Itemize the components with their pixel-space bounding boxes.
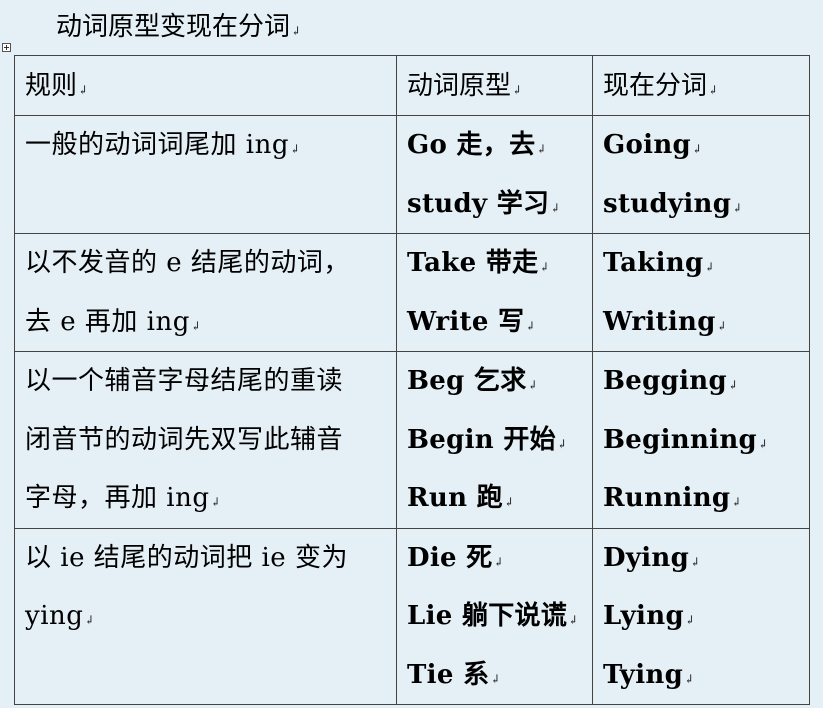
rule-cell[interactable]: 一般的动词词尾加 ing↲ [14,115,397,234]
paragraph-mark-icon: ↲ [684,613,695,627]
paragraph-mark-icon: ↲ [210,495,221,509]
cell-end-mark-icon: ↲ [512,83,523,97]
present-participle-cell[interactable]: Taking↲ Writing↲ [592,233,810,352]
paragraph-mark-icon: ↲ [556,436,567,451]
rule-line: 一般的动词词尾加 ing [25,130,289,160]
present-participle-line: Writing [603,306,716,337]
rule-line: 以不发音的 e 结尾的动词， [25,248,350,278]
table-row: 一般的动词词尾加 ing↲ Go 走，去↲ study 学习↲ Going↲ study… [14,115,810,234]
present-participle-line: Begging [603,366,727,396]
base-form-line: Take 带走 [407,248,539,278]
base-form-cell[interactable]: Die 死↲ Lie 躺下说谎↲ Tie 系↲ [396,527,593,705]
paragraph-mark-icon: ↲ [727,378,738,392]
present-participle-line: Going [603,130,692,160]
present-participle-cell[interactable]: Begging↲ Beginning↲ Running↲ [592,351,810,529]
header-cell-base-form[interactable]: 动词原型↲ [396,55,593,116]
paragraph-mark-icon: ↲ [550,200,561,215]
paragraph-mark-icon: ↲ [539,260,550,274]
paragraph-mark-icon: ↲ [731,495,742,509]
header-cell-present-participle[interactable]: 现在分词↲ [592,55,810,116]
base-form-line: Run 跑 [407,483,503,513]
rule-cell[interactable]: 以 ie 结尾的动词把 ie 变为 ying↲ [14,527,397,705]
present-participle-cell[interactable]: Dying↲ Lying↲ Tying↲ [592,527,810,705]
paragraph-mark-icon: ↲ [289,142,301,156]
paragraph-mark-icon: ↲ [536,142,547,156]
paragraph-mark-icon: ↲ [684,671,695,686]
base-form-cell[interactable]: Beg 乞求↲ Begin 开始↲ Run 跑↲ [396,351,593,529]
base-form-line: Go 走，去 [407,130,536,160]
base-form-cell[interactable]: Take 带走↲ Write 写↲ [396,233,593,352]
present-participle-cell[interactable]: Going↲ studying↲ [592,115,810,234]
paragraph-mark-icon: ↲ [704,260,715,274]
present-participle-line: Running [603,483,731,513]
page-title-text: 动词原型变现在分词 [56,12,291,42]
present-participle-line: studying [603,188,732,219]
cell-end-mark-icon: ↲ [78,83,89,97]
paragraph-mark-icon: ↲ [568,613,579,627]
page-title: 动词原型变现在分词↲ [56,10,301,48]
verb-conversion-table: 规则↲ 动词原型↲ 现在分词↲ 一般的动词词尾加 ing↲ Go 走，去↲ stud… [14,55,810,705]
rule-line: 以一个辅音字母结尾的重读 [25,366,344,396]
rule-line: 字母，再加 ing [25,483,210,513]
present-participle-line: Dying [603,542,690,573]
paragraph-mark-icon: ↲ [692,142,703,156]
paragraph-mark-icon: ↲ [525,318,536,333]
paragraph-mark-icon: ↲ [190,318,201,333]
table-move-handle-icon[interactable] [2,43,11,52]
base-form-line: Tie 系 [407,659,490,690]
cell-end-mark-icon: ↲ [708,83,719,97]
table-header-row: 规则↲ 动词原型↲ 现在分词↲ [14,55,810,116]
header-base-form-label: 动词原型 [407,71,512,101]
base-form-line: Begin 开始 [407,424,556,455]
base-form-cell[interactable]: Go 走，去↲ study 学习↲ [396,115,593,234]
paragraph-mark-icon: ↲ [493,554,504,569]
paragraph-mark-icon: ↲ [503,495,515,509]
base-form-line: study 学习 [407,188,550,219]
rule-line: 去 e 再加 ing [25,306,190,337]
header-present-participle-label: 现在分词 [603,71,708,101]
base-form-line: Lie 躺下说谎 [407,601,568,631]
table-row: 以不发音的 e 结尾的动词，去 e 再加 ing↲ Take 带走↲ Write 写… [14,233,810,352]
rule-line: ying [25,601,84,631]
paragraph-mark-icon: ↲ [716,318,727,333]
paragraph-mark-icon: ↲ [690,554,701,569]
rule-cell[interactable]: 以一个辅音字母结尾的重读 闭音节的动词先双写此辅音 字母，再加 ing↲ [14,351,397,529]
base-form-line: Beg 乞求 [407,366,527,396]
base-form-line: Die 死 [407,542,493,573]
table-row: 以 ie 结尾的动词把 ie 变为 ying↲ Die 死↲ Lie 躺下说谎↲ Tie… [14,527,810,705]
paragraph-mark-icon: ↲ [758,436,769,451]
paragraph-mark-icon: ↲ [291,24,302,38]
rule-cell[interactable]: 以不发音的 e 结尾的动词， 去 e 再加 ing↲ [14,233,397,352]
table-row: 以一个辅音字母结尾的重读 闭音节的动词先双写此辅音 字母，再加 ing↲ Beg 乞求… [14,351,810,529]
present-participle-line: Beginning [603,424,758,455]
header-rule-label: 规则 [25,71,78,101]
rule-line: 闭音节的动词先双写此辅音 [25,424,344,455]
header-cell-rule[interactable]: 规则↲ [14,55,397,116]
paragraph-mark-icon: ↲ [490,671,501,686]
paragraph-mark-icon: ↲ [732,200,743,215]
present-participle-line: Tying [603,659,684,690]
paragraph-mark-icon: ↲ [84,613,95,627]
rule-line: 以 ie 结尾的动词把 ie 变为 [25,542,348,573]
paragraph-mark-icon: ↲ [527,378,538,392]
present-participle-line: Taking [603,248,704,278]
base-form-line: Write 写 [407,306,525,337]
present-participle-line: Lying [603,601,684,631]
